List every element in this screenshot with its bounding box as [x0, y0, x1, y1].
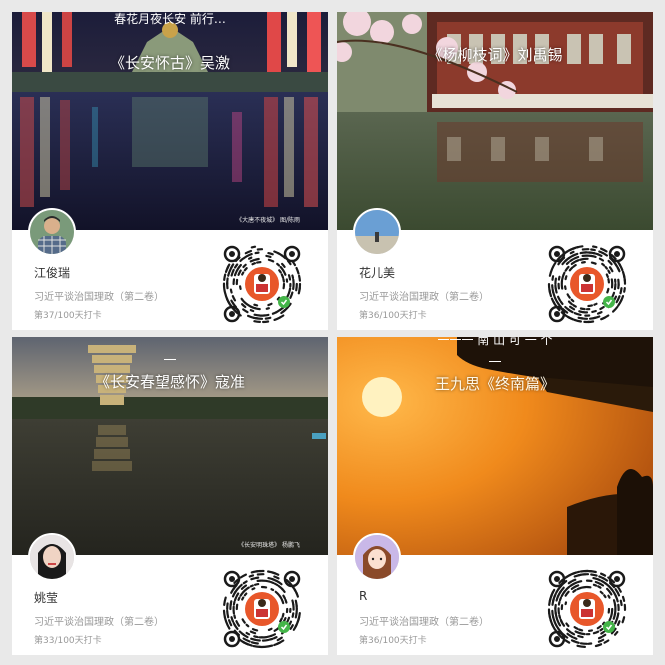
photo-watermark: 《长安明珠塔》 杨鹏飞 [238, 542, 300, 549]
checkin-card-4[interactable]: 一一一 南 山 可 一 个 王九思《终南篇》 R 习近平谈治国理政（第二卷） 第… [337, 337, 653, 655]
checkin-card-3[interactable]: 《长安春望感怀》寇准 《长安明珠塔》 杨鹏飞 姚莹 习近平谈治国理政（第二卷） … [12, 337, 328, 655]
checkin-progress: 第36/100天打卡 [359, 636, 427, 646]
avatar[interactable] [353, 208, 401, 256]
book-title: 习近平谈治国理政（第二卷） [359, 292, 489, 303]
caption-divider [164, 359, 176, 360]
poem-caption: 《杨柳枝词》刘禹锡 [427, 46, 563, 64]
checkin-progress: 第36/100天打卡 [359, 311, 427, 321]
avatar[interactable] [28, 533, 76, 581]
caption-divider [489, 361, 501, 362]
photo-watermark: 《大唐不夜城》 图/陈雨 [236, 217, 300, 224]
checkin-card-1[interactable]: 春花月夜长安 前行… 《长安怀古》吴激 《大唐不夜城》 图/陈雨 江俊瑞 习近平… [12, 12, 328, 330]
user-name: 江俊瑞 [34, 266, 71, 280]
wechat-miniprogram-code-icon [547, 245, 627, 324]
man-portrait-icon [30, 210, 74, 254]
poem-photo: 一一一 南 山 可 一 个 王九思《终南篇》 [337, 337, 653, 555]
user-name: 姚莹 [34, 591, 59, 605]
wechat-miniprogram-code-icon [547, 569, 627, 648]
checkin-progress: 第33/100天打卡 [34, 636, 102, 646]
poem-caption: 《长安怀古》吴激 [109, 54, 230, 72]
poem-photo: 春花月夜长安 前行… 《长安怀古》吴激 《大唐不夜城》 图/陈雨 [12, 12, 328, 230]
poem-caption: 《长安春望感怀》寇准 [94, 373, 245, 391]
checkin-progress: 第37/100天打卡 [34, 311, 102, 321]
checkin-card-2[interactable]: 《杨柳枝词》刘禹锡 花儿美 习近平谈治国理政（第二卷） 第36/100天打卡 [337, 12, 653, 330]
poem-photo: 《杨柳枝词》刘禹锡 [337, 12, 653, 230]
woman-portrait-icon [30, 535, 74, 579]
avatar[interactable] [28, 208, 76, 256]
poem-photo: 《长安春望感怀》寇准 《长安明珠塔》 杨鹏飞 [12, 337, 328, 555]
book-title: 习近平谈治国理政（第二卷） [359, 617, 489, 628]
mini-program-code[interactable] [547, 244, 627, 324]
mini-program-code[interactable] [222, 569, 302, 649]
wechat-miniprogram-code-icon [222, 569, 301, 649]
mini-program-code[interactable] [222, 244, 302, 324]
poem-caption-top: 春花月夜长安 前行… [114, 12, 226, 26]
user-name: 花儿美 [359, 266, 396, 280]
cartoon-girl-icon [355, 535, 399, 579]
mini-program-code[interactable] [547, 569, 627, 649]
beach-sky-icon [355, 210, 399, 254]
avatar[interactable] [353, 533, 401, 581]
book-title: 习近平谈治国理政（第二卷） [34, 617, 164, 628]
user-name: R [359, 589, 368, 603]
book-title: 习近平谈治国理政（第二卷） [34, 292, 164, 303]
wechat-miniprogram-code-icon [222, 245, 302, 324]
poem-caption-top: 一一一 南 山 可 一 个 [437, 337, 553, 347]
poem-caption: 王九思《终南篇》 [434, 375, 555, 393]
